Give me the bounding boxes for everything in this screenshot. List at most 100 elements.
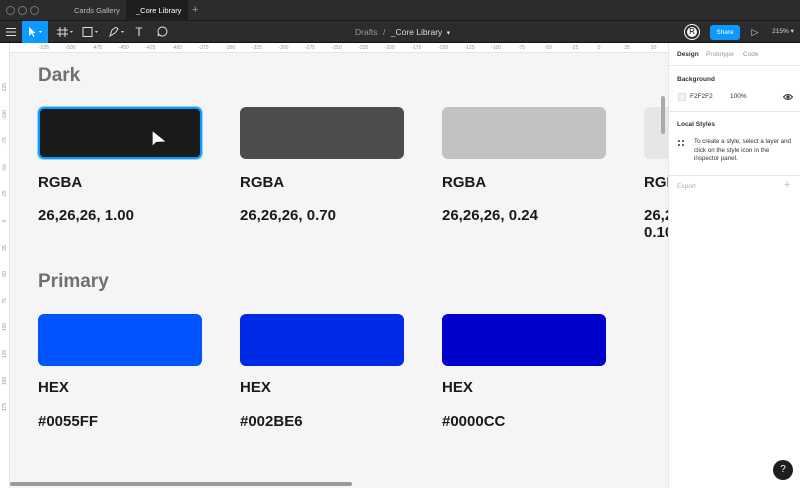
- ruler-tick: 75: [2, 298, 8, 304]
- minimize-window-icon[interactable]: [18, 6, 27, 15]
- swatch-value: #0000CC: [442, 413, 506, 430]
- local-styles-title: Local Styles: [677, 121, 715, 128]
- pen-tool-icon[interactable]: [106, 21, 128, 43]
- ruler-left: -125 -100 -75 -50 -25 0 25 50 75 100 125 150 175: [0, 43, 10, 488]
- ruler-tick: 25: [2, 244, 8, 251]
- swatch-value: #002BE6: [240, 413, 303, 430]
- zoom-dropdown[interactable]: 215% ▾: [768, 21, 798, 43]
- swatch-label: RGBA: [38, 174, 83, 191]
- swatch-value: 26,26,26, 1.00: [38, 207, 134, 224]
- eye-icon[interactable]: [783, 93, 793, 101]
- breadcrumb-separator: /: [383, 27, 386, 37]
- color-swatch-primary-0000cc[interactable]: [442, 314, 606, 366]
- export-section-title: Export: [677, 183, 696, 190]
- ruler-top: -525 -500 -475 -450 -425 -400 -375 -350 -325 -300…: [10, 43, 683, 53]
- present-play-icon[interactable]: ▷: [748, 21, 762, 43]
- ruler-tick: 100: [2, 323, 8, 332]
- ruler-tick: -425: [145, 45, 156, 51]
- divider: [669, 111, 800, 112]
- frame-tool-icon[interactable]: [54, 21, 76, 43]
- color-swatch-dark-100[interactable]: [38, 107, 202, 159]
- ruler-tick: -375: [198, 45, 209, 51]
- vertical-scrollbar[interactable]: [661, 96, 665, 134]
- ruler-tick: -125: [464, 45, 475, 51]
- swatch-label: RGBA: [240, 174, 285, 191]
- ruler-tick: -275: [305, 45, 316, 51]
- move-tool-button[interactable]: [22, 21, 48, 43]
- swatch-value: #0055FF: [38, 413, 99, 430]
- design-panel: Design Prototype Code Background F2F2F2 …: [668, 43, 800, 488]
- ruler-tick: 50: [2, 271, 8, 277]
- breadcrumb[interactable]: Drafts / _Core Library ▾: [355, 21, 450, 43]
- ruler-tick: -450: [118, 45, 129, 51]
- breadcrumb-file[interactable]: _Core Library: [391, 27, 443, 37]
- swatch-value: 26,26,26, 0.10: [644, 207, 668, 241]
- comment-tool-icon[interactable]: [154, 21, 170, 43]
- ruler-tick: -525: [39, 45, 50, 51]
- ruler-tick: -75: [2, 137, 8, 145]
- ruler-tick: -475: [92, 45, 103, 51]
- ruler-tick: -50: [544, 45, 552, 51]
- ruler-tick: -100: [2, 109, 8, 120]
- color-swatch-primary-0055ff[interactable]: [38, 314, 202, 366]
- tab-code[interactable]: Code: [743, 51, 759, 58]
- ruler-tick: -350: [225, 45, 236, 51]
- ruler-tick: -325: [251, 45, 262, 51]
- tab-prototype[interactable]: Prototype: [706, 51, 734, 58]
- ruler-tick: -75: [517, 45, 526, 51]
- ruler-tick: -400: [172, 45, 183, 51]
- background-hex-input[interactable]: F2F2F2: [690, 93, 713, 100]
- color-swatch-dark-24[interactable]: [442, 107, 606, 159]
- shape-tool-icon[interactable]: [80, 21, 102, 43]
- background-opacity-input[interactable]: 100%: [730, 93, 747, 100]
- text-tool-icon[interactable]: T: [132, 21, 146, 43]
- tab-label: Cards Gallery: [74, 6, 120, 15]
- background-color-swatch[interactable]: [678, 93, 686, 101]
- tab-design[interactable]: Design: [677, 51, 699, 58]
- ruler-tick: -500: [65, 45, 76, 51]
- new-tab-button[interactable]: +: [188, 0, 202, 21]
- ruler-tick: -125: [2, 82, 8, 93]
- ruler-tick: 150: [2, 376, 8, 385]
- chevron-down-icon[interactable]: ▾: [447, 30, 451, 37]
- close-window-icon[interactable]: [6, 6, 15, 15]
- breadcrumb-parent[interactable]: Drafts: [355, 27, 378, 37]
- section-heading-primary: Primary: [38, 271, 109, 292]
- swatch-value: 26,26,26, 0.24: [442, 207, 538, 224]
- avatar[interactable]: R: [685, 25, 699, 39]
- ruler-tick: -175: [411, 45, 422, 51]
- horizontal-scrollbar[interactable]: [10, 482, 352, 486]
- menu-icon[interactable]: [0, 21, 22, 43]
- maximize-window-icon[interactable]: [30, 6, 39, 15]
- title-bar: Cards Gallery _Core Library +: [0, 0, 800, 21]
- divider: [669, 65, 800, 66]
- swatch-label: HEX: [442, 379, 473, 396]
- ruler-tick: 0: [597, 45, 601, 51]
- color-swatch-dark-70[interactable]: [240, 107, 404, 159]
- tab-core-library[interactable]: _Core Library: [126, 0, 188, 21]
- swatch-label: HEX: [240, 379, 271, 396]
- help-button[interactable]: ?: [773, 460, 793, 480]
- divider: [669, 175, 800, 176]
- color-swatch-primary-002be6[interactable]: [240, 314, 404, 366]
- ruler-tick: 175: [2, 403, 8, 412]
- ruler-tick: -100: [491, 45, 502, 51]
- zoom-level: 215%: [772, 28, 789, 35]
- share-button[interactable]: Share: [710, 25, 740, 40]
- tab-cards-gallery[interactable]: Cards Gallery: [60, 0, 126, 21]
- swatch-label: HEX: [38, 379, 69, 396]
- ruler-tick: -225: [358, 45, 369, 51]
- ruler-tick: -200: [384, 45, 395, 51]
- ruler-tick: 25: [624, 45, 630, 51]
- canvas[interactable]: Dark RGBA RGBA RGBA RGBA 26,26,26, 1.00 …: [0, 43, 668, 488]
- ruler-tick: -25: [2, 190, 8, 199]
- section-heading-dark: Dark: [38, 65, 81, 86]
- local-styles-hint: To create a style, select a layer and cl…: [694, 138, 791, 163]
- style-grid-icon: [678, 140, 684, 146]
- swatch-value: 26,26,26, 0.70: [240, 207, 336, 224]
- ruler-tick: -250: [331, 45, 342, 51]
- ruler-tick: -50: [2, 164, 8, 172]
- tab-label: _Core Library: [136, 6, 182, 15]
- add-export-icon[interactable]: +: [784, 179, 790, 191]
- ruler-tick: 50: [650, 45, 657, 51]
